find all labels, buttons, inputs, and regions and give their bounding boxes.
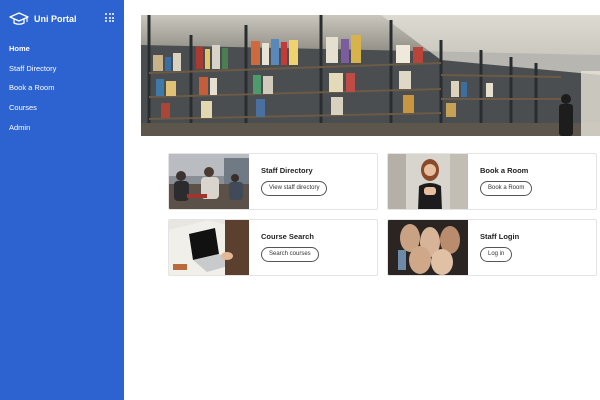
sidebar: Uni Portal Home Staff Directory Book a R… [0,0,124,400]
card-image [388,220,468,275]
card-image [388,154,468,209]
nav-item-courses[interactable]: Courses [9,102,56,122]
sidebar-nav: Home Staff Directory Book a Room Courses… [9,43,56,141]
book-a-room-button[interactable]: Book a Room [480,181,533,196]
woman-presenting-photo [388,154,468,209]
search-courses-button[interactable]: Search courses [261,247,319,262]
card-image [169,220,249,275]
nav-item-home[interactable]: Home [9,43,56,63]
card-title: Staff Directory [261,166,313,175]
app-root: Uni Portal Home Staff Directory Book a R… [0,0,600,400]
hands-stacked-photo [388,220,468,275]
students-in-library-photo [169,154,249,209]
brand-name: Uni Portal [34,14,77,24]
brand[interactable]: Uni Portal [9,11,77,27]
card-staff-login: Staff Login Log in [387,219,597,276]
laptop-on-desk-photo [169,220,249,275]
card-staff-directory: Staff Directory View staff directory [168,153,378,210]
card-title: Staff Login [480,232,520,241]
nav-item-staff-directory[interactable]: Staff Directory [9,63,56,83]
card-book-a-room: Book a Room Book a Room [387,153,597,210]
hero-image [141,15,600,136]
library-bookshelves-photo [141,15,600,136]
view-staff-directory-button[interactable]: View staff directory [261,181,328,196]
log-in-button[interactable]: Log in [480,247,513,262]
card-title: Book a Room [480,166,529,175]
nav-item-admin[interactable]: Admin [9,122,56,142]
card-title: Course Search [261,232,314,241]
card-course-search: Course Search Search courses [168,219,378,276]
nav-item-book-a-room[interactable]: Book a Room [9,82,56,102]
graduation-cap-icon [9,12,29,25]
apps-grid-icon[interactable] [105,13,114,22]
card-image [169,154,249,209]
